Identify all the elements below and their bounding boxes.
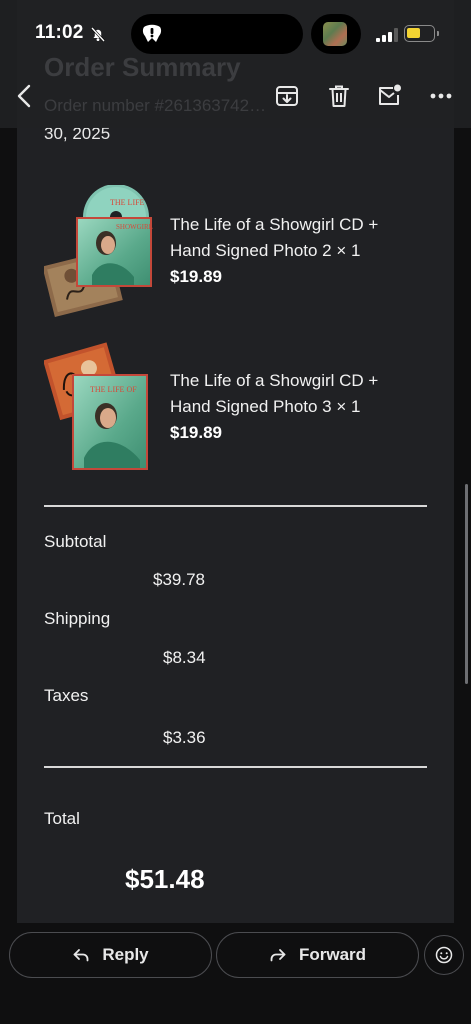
smiley-icon xyxy=(435,946,453,964)
forward-button[interactable]: Forward xyxy=(216,932,419,978)
mark-unread-icon[interactable] xyxy=(376,83,402,109)
forward-icon xyxy=(270,949,286,962)
item-name[interactable]: The Life of a Showgirl CD + Hand Signed … xyxy=(170,368,420,420)
product-image[interactable]: THE LIFE SHOWGIRL xyxy=(44,185,154,320)
svg-text:THE LIFE OF: THE LIFE OF xyxy=(90,385,137,394)
order-item[interactable]: THE LIFE OF The Life of a Showgirl CD + … xyxy=(44,340,434,480)
product-image[interactable]: THE LIFE OF xyxy=(44,340,154,475)
svg-text:THE LIFE: THE LIFE xyxy=(110,198,145,207)
battery-icon xyxy=(404,25,439,42)
dynamic-island[interactable] xyxy=(131,14,303,54)
archive-icon[interactable] xyxy=(274,83,300,109)
subtotal-value: $39.78 xyxy=(153,570,205,589)
divider xyxy=(44,766,427,768)
more-icon[interactable] xyxy=(428,83,454,109)
delete-icon[interactable] xyxy=(326,83,352,109)
forward-label: Forward xyxy=(298,945,367,964)
total-label: Total xyxy=(44,809,80,828)
now-playing-pill[interactable] xyxy=(311,14,361,54)
reply-icon xyxy=(73,949,89,962)
back-icon[interactable] xyxy=(12,83,38,109)
reply-button[interactable]: Reply xyxy=(9,932,212,978)
taxes-value: $3.36 xyxy=(163,728,206,747)
bell-slash-icon xyxy=(91,27,105,42)
item-name[interactable]: The Life of a Showgirl CD + Hand Signed … xyxy=(170,212,420,264)
item-price: $19.89 xyxy=(170,423,222,442)
subtotal-label: Subtotal xyxy=(44,532,107,551)
order-number-text: Order number #261363742… xyxy=(44,96,267,115)
shipping-label: Shipping xyxy=(44,609,111,628)
cellular-signal-icon xyxy=(376,28,398,42)
reply-label: Reply xyxy=(102,945,149,964)
shipping-value: $8.34 xyxy=(163,648,206,667)
scrollbar[interactable] xyxy=(465,484,468,684)
now-playing-artwork xyxy=(323,22,347,46)
total-value: $51.48 xyxy=(125,864,205,894)
status-bar: 11:02 xyxy=(0,0,471,70)
divider xyxy=(44,505,427,507)
app-activity-icon xyxy=(142,24,162,42)
svg-text:SHOWGIRL: SHOWGIRL xyxy=(116,223,153,231)
taxes-label: Taxes xyxy=(44,686,89,705)
emoji-reaction-button[interactable] xyxy=(424,935,464,975)
order-item[interactable]: THE LIFE SHOWGIRL The Life of a Showgirl… xyxy=(44,185,434,325)
status-time: 11:02 xyxy=(35,22,84,43)
item-price: $19.89 xyxy=(170,267,222,286)
